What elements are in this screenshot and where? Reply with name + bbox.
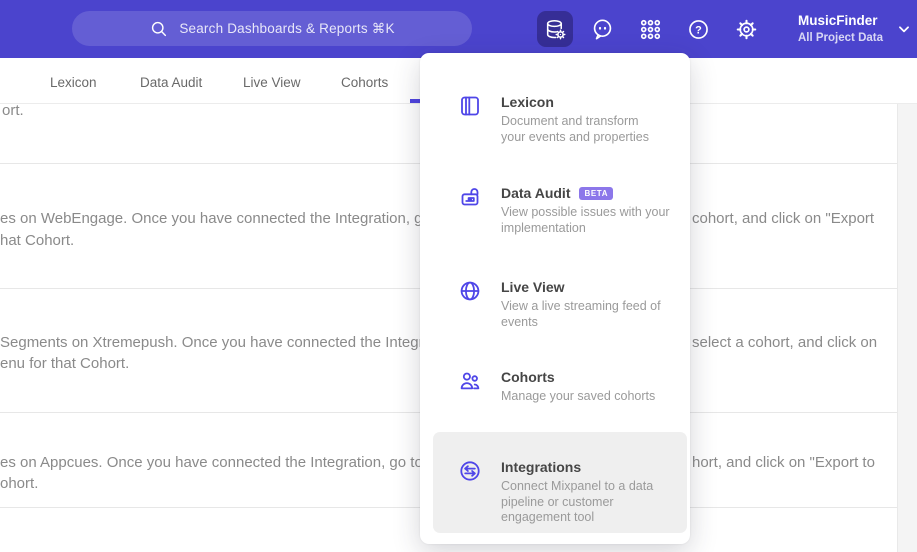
integrations-sync-icon (460, 461, 480, 481)
desc-line: View a live streaming feed of (501, 299, 661, 313)
app-window: ort. es on WebEngage. Once you have conn… (0, 0, 917, 552)
bg-text-line: hort, and click on "Export to (692, 454, 875, 471)
lexicon-book-icon (461, 96, 479, 116)
desc-line: events (501, 314, 538, 329)
page-gutter (897, 104, 917, 552)
tab-cohorts[interactable]: Cohorts (341, 75, 388, 90)
desc-line: Manage your saved cohorts (501, 389, 656, 403)
menu-item-title: Lexicon (501, 94, 554, 110)
search-input[interactable]: Search Dashboards & Reports ⌘K (72, 11, 472, 46)
desc-line: Connect Mixpanel to a data (501, 479, 654, 493)
menu-item-desc: View a live streaming feed of events (501, 299, 661, 330)
bg-text-line: ohort. (0, 475, 39, 492)
bg-text-line: es on WebEngage. Once you have connected… (0, 210, 473, 227)
bg-text-line: cohort, and click on "Export (692, 210, 875, 227)
data-management-button[interactable] (537, 11, 573, 47)
data-management-dropdown: Lexicon Document and transform your even… (420, 53, 690, 544)
cohorts-people-icon (460, 372, 480, 390)
title-text: Data Audit (501, 185, 571, 201)
menu-item-lexicon[interactable]: Lexicon Document and transform your even… (433, 92, 687, 145)
desc-line: pipeline or customer (501, 494, 614, 509)
menu-item-live-view[interactable]: Live View View a live streaming feed of … (433, 277, 687, 330)
data-audit-lock-icon (461, 188, 479, 206)
menu-item-desc: Connect Mixpanel to a data pipeline or c… (501, 479, 653, 526)
menu-item-desc: Document and transform your events and p… (501, 114, 649, 145)
bg-text-line: hat Cohort. (0, 232, 75, 249)
menu-item-title: Cohorts (501, 369, 555, 385)
database-gear-icon (546, 19, 565, 39)
menu-item-cohorts[interactable]: Cohorts Manage your saved cohorts (433, 367, 687, 405)
desc-line: implementation (501, 220, 586, 235)
topbar: Search Dashboards & Reports ⌘K ? MusicFi… (0, 0, 917, 58)
tab-live-view[interactable]: Live View (243, 75, 301, 90)
question-mark-icon: ? (688, 19, 708, 39)
menu-item-integrations[interactable]: Integrations Connect Mixpanel to a data … (433, 457, 687, 526)
desc-line: Document and transform (501, 114, 639, 128)
svg-text:?: ? (695, 24, 702, 36)
feedback-button[interactable] (584, 11, 620, 47)
chat-face-icon (593, 19, 611, 40)
search-placeholder: Search Dashboards & Reports ⌘K (179, 20, 395, 36)
apps-grid-button[interactable] (632, 11, 668, 47)
menu-item-desc: View possible issues with your implement… (501, 205, 670, 236)
project-scope: All Project Data (798, 32, 883, 44)
desc-line: engagement tool (501, 510, 595, 524)
gear-icon (736, 19, 756, 39)
desc-line: View possible issues with your (501, 205, 670, 219)
live-view-globe-icon (460, 281, 480, 301)
tab-lexicon[interactable]: Lexicon (50, 75, 97, 90)
help-button[interactable]: ? (680, 11, 716, 47)
bg-text-line: select a cohort, and click on (692, 334, 878, 351)
bg-text-line: Segments on Xtremepush. Once you have co… (0, 334, 461, 351)
tab-data-audit[interactable]: Data Audit (140, 75, 202, 90)
chevron-down-icon (899, 25, 909, 32)
bg-text-line: es on Appcues. Once you have connected t… (0, 454, 465, 471)
menu-item-desc: Manage your saved cohorts (501, 389, 655, 405)
search-icon (152, 21, 167, 36)
settings-button[interactable] (728, 11, 764, 47)
grid-icon (640, 19, 660, 39)
beta-badge: BETA (579, 186, 614, 200)
project-switcher[interactable]: MusicFinder All Project Data (798, 12, 911, 45)
bg-text-line: enu for that Cohort. (0, 355, 130, 372)
menu-item-title: Live View (501, 279, 565, 295)
bg-text-line: ort. (2, 102, 24, 119)
project-name: MusicFinder (798, 13, 878, 28)
desc-line: your events and properties (501, 129, 650, 144)
menu-item-title: Integrations (501, 459, 582, 475)
menu-item-title: Data Audit BETA (501, 183, 670, 203)
menu-item-data-audit[interactable]: Data Audit BETA View possible issues wit… (433, 183, 687, 236)
